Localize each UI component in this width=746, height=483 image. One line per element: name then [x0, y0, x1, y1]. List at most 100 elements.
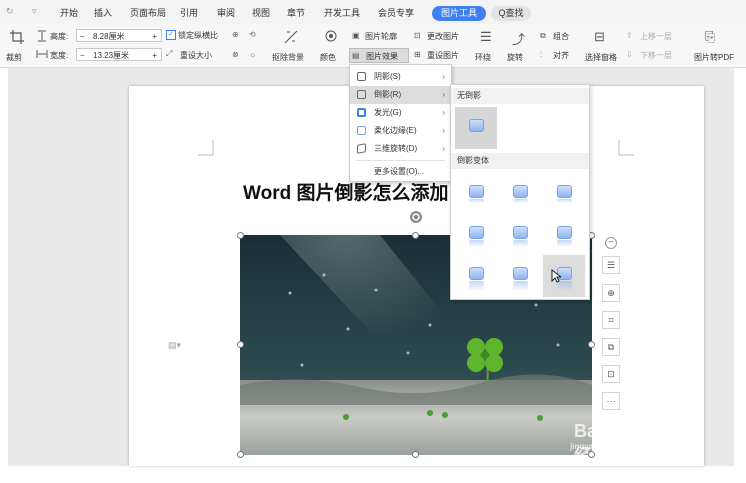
tab-picture-tools[interactable]: 图片工具 [432, 6, 486, 21]
tab-insert[interactable]: 插入 [94, 6, 112, 19]
height-increment[interactable]: + [152, 30, 157, 43]
copy-picture-icon[interactable]: ⧉ [602, 338, 620, 356]
menu-item-shadow[interactable]: 阴影(S) › [350, 68, 451, 86]
height-icon [38, 30, 46, 42]
tab-chapter[interactable]: 章节 [287, 6, 305, 19]
menu-item-3d-rotation[interactable]: 三维旋转(D) › [350, 140, 451, 158]
reflection-variant-option[interactable] [455, 214, 497, 256]
reflection-shade [469, 199, 484, 203]
selection-pane-icon[interactable]: ⊟ [594, 29, 605, 45]
tab-view[interactable]: 视图 [252, 6, 270, 19]
height-field[interactable]: − 8.28厘米 + [76, 29, 162, 42]
reflection-variant-option-hovered[interactable] [543, 255, 585, 297]
resize-handle-right[interactable] [588, 341, 595, 348]
wrap-icon[interactable]: ☰ [480, 29, 492, 45]
align-icon: ⫶ [540, 50, 542, 59]
color-icon[interactable] [324, 29, 338, 43]
width-decrement[interactable]: − [80, 49, 85, 62]
crop-icon[interactable] [10, 30, 24, 44]
menu-item-label: 倒影(R) [374, 90, 402, 99]
reset-picture-button[interactable]: 重设图片 [427, 50, 459, 61]
reset-size-button[interactable]: 重设大小 [180, 50, 212, 61]
change-picture-button[interactable]: 更改图片 [427, 31, 459, 42]
collapse-toolbar-icon[interactable]: − [605, 237, 617, 249]
width-increment[interactable]: + [152, 49, 157, 62]
picture-effects-menu: 阴影(S) › 倒影(R) › 发光(G) › 柔化边缘(E) › 三维旋转(D… [349, 64, 452, 182]
menu-item-glow[interactable]: 发光(G) › [350, 104, 451, 122]
resize-handle-bottom-left[interactable] [237, 451, 244, 458]
width-field[interactable]: − 13.23厘米 + [76, 48, 162, 61]
resize-handle-bottom[interactable] [412, 451, 419, 458]
rotate-button[interactable]: 旋转 [507, 52, 523, 63]
reflection-preview [557, 185, 572, 198]
menu-item-label: 阴影(S) [374, 72, 401, 81]
send-backward-icon: ⇩ [626, 50, 633, 59]
search-button[interactable]: Q查找 [491, 6, 531, 21]
width-icon [36, 50, 48, 58]
align-button[interactable]: 对齐 [553, 50, 569, 61]
compress-icon[interactable]: ⊕ [232, 30, 239, 39]
reflection-variant-option[interactable] [543, 214, 585, 256]
resize-handle-left[interactable] [237, 341, 244, 348]
reflection-variant-option[interactable] [543, 173, 585, 215]
tab-references[interactable]: 引用 [180, 6, 198, 19]
replace-picture-icon[interactable]: ⊡ [602, 365, 620, 383]
picture-to-pdf-icon[interactable]: ⎘ [705, 29, 715, 45]
transparency-icon[interactable]: ⊗ [232, 50, 239, 59]
menu-item-soft-edges[interactable]: 柔化边缘(E) › [350, 122, 451, 140]
paragraph-layout-icon[interactable]: ▤▾ [168, 340, 181, 351]
crop-button[interactable]: 裁剪 [6, 52, 22, 63]
remove-background-icon[interactable] [283, 29, 299, 45]
redo-icon[interactable]: ↻ [6, 6, 14, 17]
reflection-variant-option[interactable] [499, 214, 541, 256]
reflection-variant-option[interactable] [455, 255, 497, 297]
submenu-arrow-icon: › [442, 72, 445, 81]
group-button[interactable]: 组合 [553, 31, 569, 42]
zoom-in-icon[interactable]: ⊕ [602, 284, 620, 302]
wrap-button[interactable]: 环绕 [475, 52, 491, 63]
resize-handle-top[interactable] [412, 232, 419, 239]
remove-background-button[interactable]: 抠除背景 [272, 52, 304, 63]
document-title[interactable]: Word 图片倒影怎么添加 [243, 178, 448, 205]
height-decrement[interactable]: − [80, 30, 85, 43]
3d-rotation-icon [357, 143, 366, 154]
tab-layout[interactable]: 页面布局 [130, 6, 166, 19]
lock-ratio-checkbox[interactable]: ✓ [166, 30, 176, 40]
menu-item-label: 更多设置(O)... [374, 167, 425, 176]
reflection-variant-option[interactable] [455, 173, 497, 215]
submenu-arrow-icon: › [442, 144, 445, 153]
menu-item-more-settings[interactable]: 更多设置(O)... [350, 163, 451, 181]
brightness-icon[interactable]: ☼ [249, 50, 256, 59]
send-backward-button[interactable]: 下移一层 [640, 50, 672, 61]
height-value[interactable]: 8.28厘米 [93, 30, 125, 43]
tab-developer[interactable]: 开发工具 [324, 6, 360, 19]
tab-member[interactable]: 会员专享 [378, 6, 414, 19]
tab-review[interactable]: 审阅 [217, 6, 235, 19]
resize-handle-bottom-right[interactable] [588, 451, 595, 458]
reflection-variant-option[interactable] [499, 173, 541, 215]
reflection-variant-option[interactable] [499, 255, 541, 297]
shadow-icon [357, 72, 366, 81]
no-reflection-preview [469, 119, 484, 132]
menu-tab-bar: ↻ ▿ 开始 插入 页面布局 引用 审阅 视图 章节 开发工具 会员专享 图片工… [0, 0, 746, 24]
color-button[interactable]: 颜色 [320, 52, 336, 63]
menu-item-reflection[interactable]: 倒影(R) › [350, 86, 451, 104]
picture-to-pdf-button[interactable]: 图片转PDF [694, 52, 734, 63]
picture-outline-button[interactable]: 图片轮廓 [365, 31, 397, 42]
crop-tool-icon[interactable]: ⌗ [602, 311, 620, 329]
rotate-icon[interactable]: ⤴ [512, 29, 525, 48]
rotate-handle-icon[interactable] [409, 210, 423, 224]
picture-effects-button[interactable]: ▤ 图片效果 [349, 48, 409, 63]
no-reflection-option[interactable] [455, 107, 497, 149]
layout-options-icon[interactable]: ☰ [602, 256, 620, 274]
selection-pane-button[interactable]: 选择窗格 [585, 52, 617, 63]
reflection-shade [513, 240, 528, 247]
rotate-left-icon[interactable]: ⟲ [249, 30, 256, 39]
width-value[interactable]: 13.23厘米 [93, 49, 129, 62]
bring-forward-button[interactable]: 上移一层 [640, 31, 672, 42]
resize-handle-top-left[interactable] [237, 232, 244, 239]
dropdown-arrow-icon[interactable]: ▿ [32, 6, 37, 17]
more-options-icon[interactable]: ⋯ [602, 392, 620, 410]
tab-start[interactable]: 开始 [60, 6, 78, 19]
reset-picture-icon: ⊞ [414, 50, 421, 59]
